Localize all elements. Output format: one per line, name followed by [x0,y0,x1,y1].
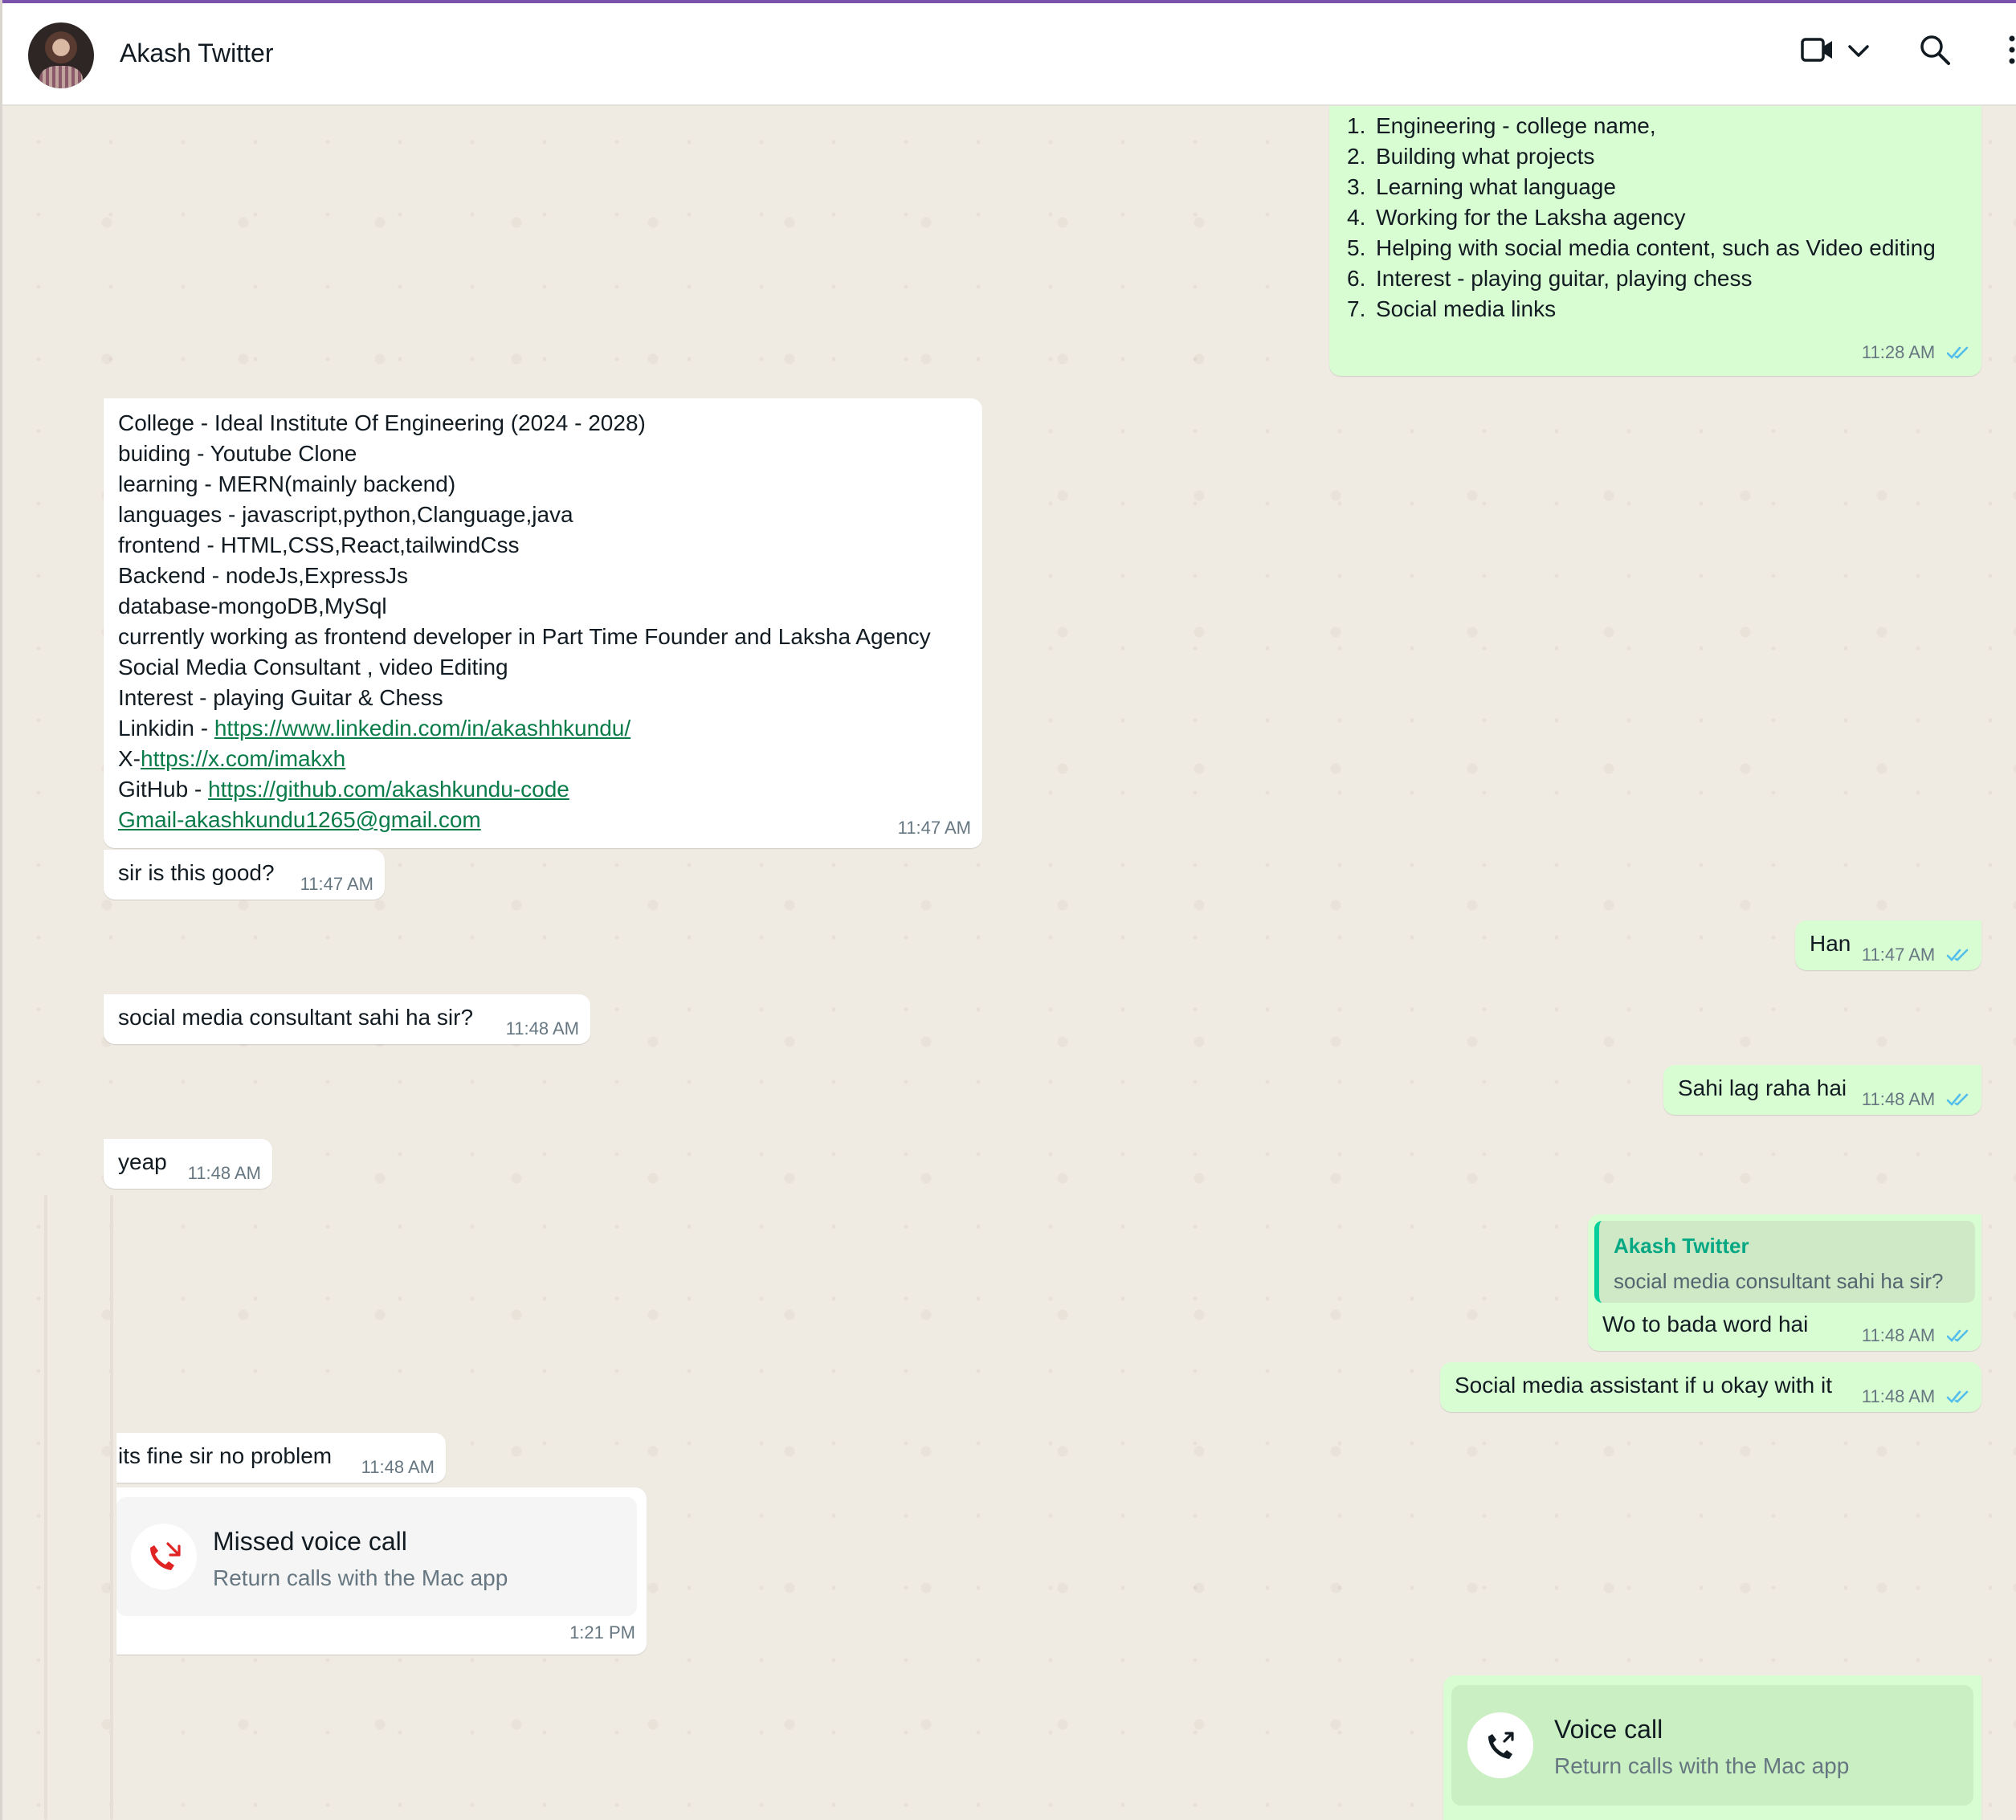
message-text: sir is this good? [118,860,275,885]
message-line: frontend - HTML,CSS,React,tailwindCss [118,533,520,557]
list-item: 2. Building what projects [1347,144,1595,169]
voice-call-card[interactable]: Voice call Return calls with the Mac app [1451,1685,1973,1806]
message-outgoing-reply[interactable]: Akash Twitter social media consultant sa… [1588,1214,1981,1351]
voice-call-message[interactable]: Voice call Return calls with the Mac app [1443,1675,1981,1820]
message-line: database-mongoDB,MySql [118,594,387,618]
message-text: Han [1810,931,1851,956]
message-incoming[interactable]: yeap 11:48 AM [104,1139,272,1189]
pane-divider [0,0,2,1820]
quoted-message[interactable]: Akash Twitter social media consultant sa… [1594,1221,1975,1303]
missed-call-message[interactable]: Missed voice call Return calls with the … [116,1487,647,1655]
list-item: 6. Interest - playing guitar, playing che… [1347,266,1753,291]
read-receipt-icon [1946,1092,1970,1108]
thread-line [44,1195,47,1820]
message-time: 11:28 AM [1861,342,1936,362]
message-outgoing[interactable]: Sahi lag raha hai 11:48 AM [1663,1065,1981,1115]
message-text: Sahi lag raha hai [1678,1075,1847,1100]
message-text: social media consultant sahi ha sir? [118,1005,474,1030]
message-time: 11:47 AM [300,874,373,894]
avatar[interactable] [28,22,94,88]
quote-author: Akash Twitter [1614,1234,1749,1258]
message-time: 11:47 AM [897,818,971,838]
video-call-icon[interactable] [1800,34,1835,66]
message-line: currently working as frontend developer … [118,624,931,649]
message-line: learning - MERN(mainly backend) [118,471,456,496]
message-time: 11:48 AM [1861,1386,1936,1406]
message-text: Social media assistant if u okay with it [1455,1373,1832,1398]
x-label: X- [118,746,141,771]
message-outgoing[interactable]: 1. Engineering - college name, 2. Building… [1329,106,1981,376]
call-subtitle: Return calls with the Mac app [213,1565,508,1590]
thread-line [110,1195,113,1820]
read-receipt-icon [1946,345,1970,361]
message-time: 11:48 AM [361,1457,435,1477]
chat-messages[interactable]: 1. Engineering - college name, 2. Building… [2,106,2016,1820]
message-time: 11:48 AM [1861,1089,1936,1109]
x-link[interactable]: https://x.com/imakxh [141,746,345,771]
message-line: Interest - playing Guitar & Chess [118,685,443,710]
gmail-link[interactable]: Gmail-akashkundu1265@gmail.com [118,807,481,832]
message-time: 11:47 AM [1861,945,1936,965]
missed-call-icon [131,1524,197,1589]
list-item: 7. Social media links [1347,296,1557,321]
message-time: 1:21 PM [569,1622,635,1642]
message-incoming[interactable]: its fine sir no problem 11:48 AM [116,1433,446,1483]
contact-name[interactable]: Akash Twitter [120,39,273,68]
call-title: Missed voice call [213,1527,407,1556]
chat-header: Akash Twitter [2,3,2016,106]
message-incoming[interactable]: social media consultant sahi ha sir? 11:… [104,994,590,1044]
read-receipt-icon [1946,1389,1970,1405]
message-incoming[interactable]: sir is this good? 11:47 AM [104,850,385,900]
search-icon[interactable] [1919,34,1951,66]
read-receipt-icon [1946,947,1970,963]
message-text: yeap [118,1149,167,1174]
call-title: Voice call [1554,1715,1663,1744]
menu-icon[interactable] [2007,34,2016,66]
message-line: languages - javascript,python,Clanguage,… [118,502,573,527]
github-label: GitHub - [118,777,209,802]
message-line: buiding - Youtube Clone [118,441,357,466]
message-time: 11:48 AM [187,1163,261,1183]
chevron-down-icon[interactable] [1847,43,1871,59]
read-receipt-icon [1946,1328,1970,1344]
message-time: 11:48 AM [505,1018,579,1039]
github-link[interactable]: https://github.com/akashkundu-code [208,777,569,802]
message-outgoing[interactable]: Social media assistant if u okay with it… [1440,1362,1981,1412]
quote-text: social media consultant sahi ha sir? [1614,1269,1944,1293]
message-line: College - Ideal Institute Of Engineering… [118,410,646,435]
missed-call-card[interactable]: Missed voice call Return calls with the … [116,1497,637,1616]
message-time: 11:48 AM [1861,1325,1936,1345]
message-text: Wo to bada word hai [1602,1312,1809,1336]
list-item: 5. Helping with social media content, suc… [1347,235,1936,260]
list-item: 3. Learning what language [1347,174,1616,199]
message-line: Social Media Consultant , video Editing [118,655,508,679]
message-text: its fine sir no problem [118,1443,333,1468]
message-incoming[interactable]: College - Ideal Institute Of Engineering… [104,398,982,848]
linkedin-label: Linkidin - [118,716,214,741]
list-item: 4. Working for the Laksha agency [1347,205,1686,230]
list-item: 1. Engineering - college name, [1347,113,1656,138]
outgoing-call-icon [1467,1712,1533,1778]
linkedin-link[interactable]: https://www.linkedin.com/in/akashhkundu/ [214,716,631,741]
message-line: Backend - nodeJs,ExpressJs [118,563,409,588]
message-outgoing[interactable]: Han 11:47 AM [1795,920,1981,970]
call-subtitle: Return calls with the Mac app [1554,1753,1850,1778]
